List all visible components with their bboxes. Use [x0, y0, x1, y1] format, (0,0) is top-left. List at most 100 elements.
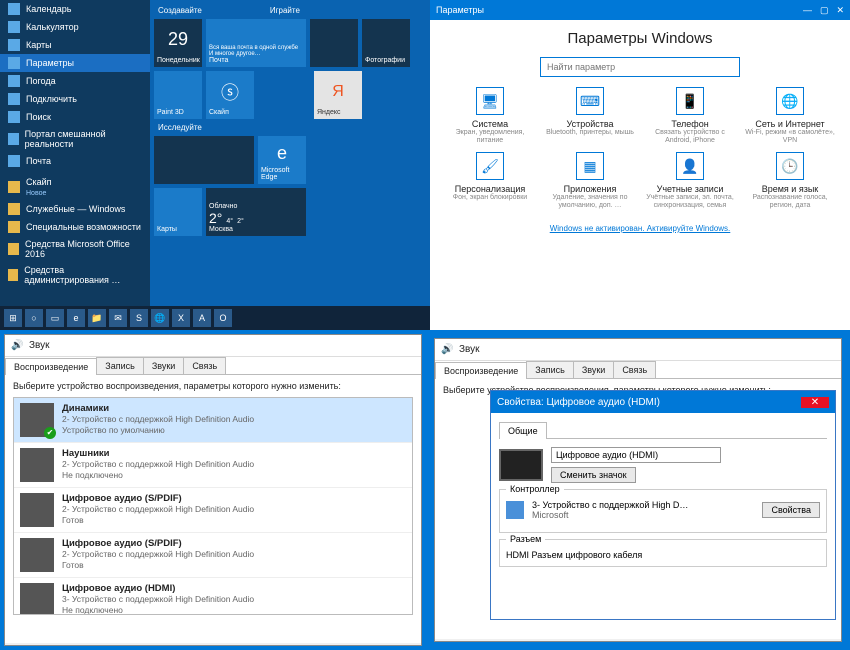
taskbar: ⊞○▭e📁✉S🌐XAO: [0, 306, 430, 330]
start-list-item[interactable]: Карты: [0, 36, 150, 54]
controller-vendor: Microsoft: [532, 510, 754, 520]
controller-name: 3- Устройство с поддержкой High D…: [532, 500, 754, 510]
sound-tab[interactable]: Звуки: [143, 357, 184, 374]
controller-props-button[interactable]: Свойства: [762, 502, 820, 518]
audio-device-item[interactable]: Динамики2- Устройство с поддержкой High …: [14, 398, 412, 443]
start-list-item[interactable]: Служебные — Windows: [0, 200, 150, 218]
app-icon: [8, 39, 20, 51]
device-icon: [20, 583, 54, 615]
settings-category[interactable]: 📱ТелефонСвязать устройство с Android, iP…: [642, 87, 738, 144]
sound-tab[interactable]: Воспроизведение: [5, 358, 97, 375]
sound-tab[interactable]: Запись: [526, 361, 574, 378]
audio-device-item[interactable]: Цифровое аудио (S/PDIF)2- Устройство с п…: [14, 488, 412, 533]
start-list-item[interactable]: Погода: [0, 72, 150, 90]
taskbar-button[interactable]: O: [214, 309, 232, 327]
tile-yandex[interactable]: ЯЯндекс: [314, 71, 362, 119]
settings-category[interactable]: ▦ПриложенияУдаление, значения по умолчан…: [542, 152, 638, 209]
folder-icon: [8, 203, 20, 215]
start-list-item[interactable]: Календарь: [0, 0, 150, 18]
device-icon: [20, 538, 54, 572]
change-icon-button[interactable]: Сменить значок: [551, 467, 636, 483]
taskbar-button[interactable]: ▭: [46, 309, 64, 327]
tile-edge[interactable]: eMicrosoft Edge: [258, 136, 306, 184]
category-icon: 🖌: [476, 152, 504, 180]
minimize-icon[interactable]: —: [803, 5, 812, 16]
taskbar-button[interactable]: e: [67, 309, 85, 327]
tab-general[interactable]: Общие: [499, 422, 547, 439]
settings-category[interactable]: ⌨УстройстваBluetooth, принтеры, мышь: [542, 87, 638, 144]
category-icon: 🕒: [776, 152, 804, 180]
start-menu-screenshot: КалендарьКалькуляторКартыПараметрыПогода…: [0, 0, 430, 330]
start-list-item[interactable]: Поиск: [0, 108, 150, 126]
settings-titlebar: Параметры — ▢ ✕: [430, 0, 850, 20]
start-list-item[interactable]: СкайпНовое: [0, 174, 150, 200]
sound-tab[interactable]: Воспроизведение: [435, 362, 527, 379]
device-name-input[interactable]: [551, 447, 721, 463]
folder-icon: [8, 181, 20, 193]
taskbar-button[interactable]: 📁: [88, 309, 106, 327]
close-icon[interactable]: ✕: [836, 5, 844, 16]
sound-tab[interactable]: Запись: [96, 357, 144, 374]
speaker-icon: 🔊: [11, 340, 23, 352]
settings-category[interactable]: 🕒Время и языкРаспознавание голоса, регио…: [742, 152, 838, 209]
tile-weather[interactable]: Облачно 2° 4° 2° Москва: [206, 188, 306, 236]
properties-titlebar: Свойства: Цифровое аудио (HDMI) ✕: [491, 391, 835, 413]
sound-tab[interactable]: Связь: [613, 361, 656, 378]
app-icon: [8, 57, 20, 69]
settings-category[interactable]: 👤Учетные записиУчётные записи, эл. почта…: [642, 152, 738, 209]
start-list-item[interactable]: Почта: [0, 152, 150, 170]
maximize-icon[interactable]: ▢: [820, 5, 829, 16]
sound-tab[interactable]: Звуки: [573, 361, 614, 378]
tiles-play-header: Играйте: [270, 6, 300, 15]
taskbar-button[interactable]: ⊞: [4, 309, 22, 327]
taskbar-button[interactable]: X: [172, 309, 190, 327]
settings-search-input[interactable]: [540, 57, 740, 77]
taskbar-button[interactable]: 🌐: [151, 309, 169, 327]
device-icon: [20, 493, 54, 527]
tile-maps[interactable]: Карты: [154, 188, 202, 236]
category-icon: ⌨: [576, 87, 604, 115]
tile-mail[interactable]: Вся ваша почта в одной службе И многое д…: [206, 19, 306, 67]
controller-icon: [506, 501, 524, 519]
tile-skype[interactable]: ⓢСкайп: [206, 71, 254, 119]
taskbar-button[interactable]: ✉: [109, 309, 127, 327]
audio-device-item[interactable]: Цифровое аудио (HDMI)3- Устройство с под…: [14, 578, 412, 615]
start-list-item[interactable]: Калькулятор: [0, 18, 150, 36]
tile-game1[interactable]: [310, 19, 358, 67]
playback-device-list: Динамики2- Устройство с поддержкой High …: [13, 397, 413, 615]
settings-category[interactable]: 🖥СистемаЭкран, уведомления, питание: [442, 87, 538, 144]
category-icon: 📱: [676, 87, 704, 115]
tile-explore-pic[interactable]: [154, 136, 254, 184]
app-icon: [8, 111, 20, 123]
activate-windows-link[interactable]: Windows не активирован. Активируйте Wind…: [550, 224, 731, 233]
sound-tab[interactable]: Связь: [183, 357, 226, 374]
start-app-list: КалендарьКалькуляторКартыПараметрыПогода…: [0, 0, 150, 330]
sound-dialog-left: 🔊 Звук ВоспроизведениеЗаписьЗвукиСвязь В…: [4, 334, 422, 646]
start-list-item[interactable]: Специальные возможности: [0, 218, 150, 236]
device-icon: [20, 448, 54, 482]
category-icon: 🌐: [776, 87, 804, 115]
device-icon: [20, 403, 54, 437]
taskbar-button[interactable]: ○: [25, 309, 43, 327]
speaker-icon: 🔊: [441, 344, 453, 356]
audio-device-item[interactable]: Цифровое аудио (S/PDIF)2- Устройство с п…: [14, 533, 412, 578]
settings-category[interactable]: 🖌ПерсонализацияФон, экран блокировки: [442, 152, 538, 209]
start-tiles: Создавайте Играйте 29 Понедельник Вся ва…: [150, 0, 430, 290]
close-icon[interactable]: ✕: [801, 397, 829, 408]
taskbar-button[interactable]: S: [130, 309, 148, 327]
taskbar-button[interactable]: A: [193, 309, 211, 327]
tile-paint3d[interactable]: Paint 3D: [154, 71, 202, 119]
audio-device-item[interactable]: Наушники2- Устройство с поддержкой High …: [14, 443, 412, 488]
settings-category[interactable]: 🌐Сеть и ИнтернетWi-Fi, режим «в самолёте…: [742, 87, 838, 144]
tile-photos[interactable]: Фотографии: [362, 19, 410, 67]
app-icon: [8, 133, 19, 145]
folder-icon: [8, 243, 19, 255]
start-list-item[interactable]: Средства администрирования …: [0, 262, 150, 288]
tile-calendar[interactable]: 29 Понедельник: [154, 19, 202, 67]
start-list-item[interactable]: Средства Microsoft Office 2016: [0, 236, 150, 262]
start-list-item[interactable]: Портал смешанной реальности: [0, 126, 150, 152]
start-list-item[interactable]: Параметры: [0, 54, 150, 72]
start-list-item[interactable]: Подключить: [0, 90, 150, 108]
app-icon: [8, 93, 20, 105]
device-large-icon: [499, 449, 543, 481]
